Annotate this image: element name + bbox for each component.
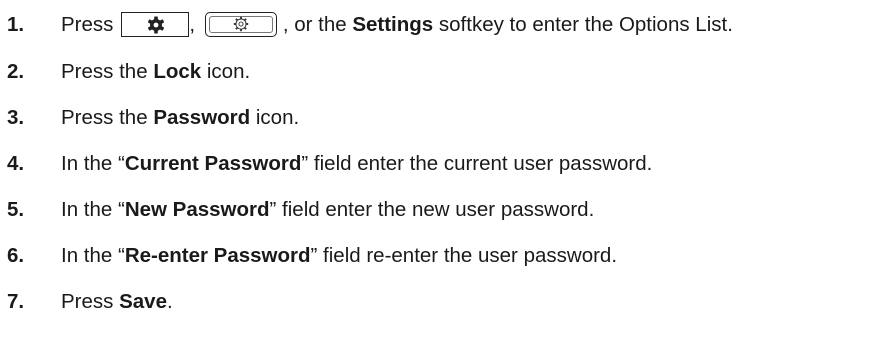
step-bold-term: New Password (124, 198, 270, 221)
step-text-part: ” field enter the new user password. (269, 198, 595, 221)
step-text: In the “New Password” field enter the ne… (61, 197, 594, 223)
step-number: 1. (7, 13, 25, 36)
step-bold-term: Lock (153, 60, 202, 83)
step-text-part: , or the (282, 13, 347, 36)
step-text-part: ” field enter the current user password. (301, 152, 653, 175)
step-text: In the “Current Password” field enter th… (61, 151, 652, 177)
options-key-button (205, 12, 278, 37)
step-bold-term: Password (153, 106, 251, 129)
step-number: 6. (7, 244, 25, 267)
settings-key-button (121, 12, 190, 37)
step-text: Press, , or the Settings softkey to ente… (61, 12, 733, 38)
step-bold-term: Re-enter Password (124, 244, 311, 267)
step-text-part: . (167, 290, 173, 313)
step-text-part: In the “ (61, 244, 125, 267)
step-text-part: Press (61, 13, 114, 36)
step-text-part: In the “ (61, 198, 125, 221)
step-text-part: , (189, 13, 196, 36)
step-bold-term: Current Password (124, 152, 302, 175)
step-text-part: Press (61, 290, 114, 313)
step-number: 2. (7, 60, 25, 83)
step-text-part: icon. (255, 106, 300, 129)
step-bold-term: Save (119, 290, 167, 313)
instruction-list: 1. Press, , or the Settings softkey to e… (0, 0, 890, 337)
step-text: Press the Lock icon. (61, 59, 250, 85)
step-text-part: softkey to enter the Options List. (438, 13, 733, 36)
step-text-part: Press the (61, 60, 148, 83)
step-text-part: Press the (61, 106, 148, 129)
gear-icon (148, 16, 165, 34)
step-text-part: ” field re-enter the user password. (310, 244, 618, 267)
gear-outline-icon (233, 16, 249, 32)
step-number: 5. (7, 198, 25, 221)
step-text: In the “Re-enter Password” field re-ente… (61, 243, 617, 269)
step-text: Press the Password icon. (61, 105, 299, 131)
step-number: 3. (7, 106, 25, 129)
step-number: 7. (7, 290, 25, 313)
step-bold-term: Settings (352, 13, 434, 36)
step-number: 4. (7, 152, 25, 175)
step-text-part: icon. (206, 60, 251, 83)
step-text: Press Save. (61, 289, 173, 315)
step-text-part: In the “ (61, 152, 125, 175)
